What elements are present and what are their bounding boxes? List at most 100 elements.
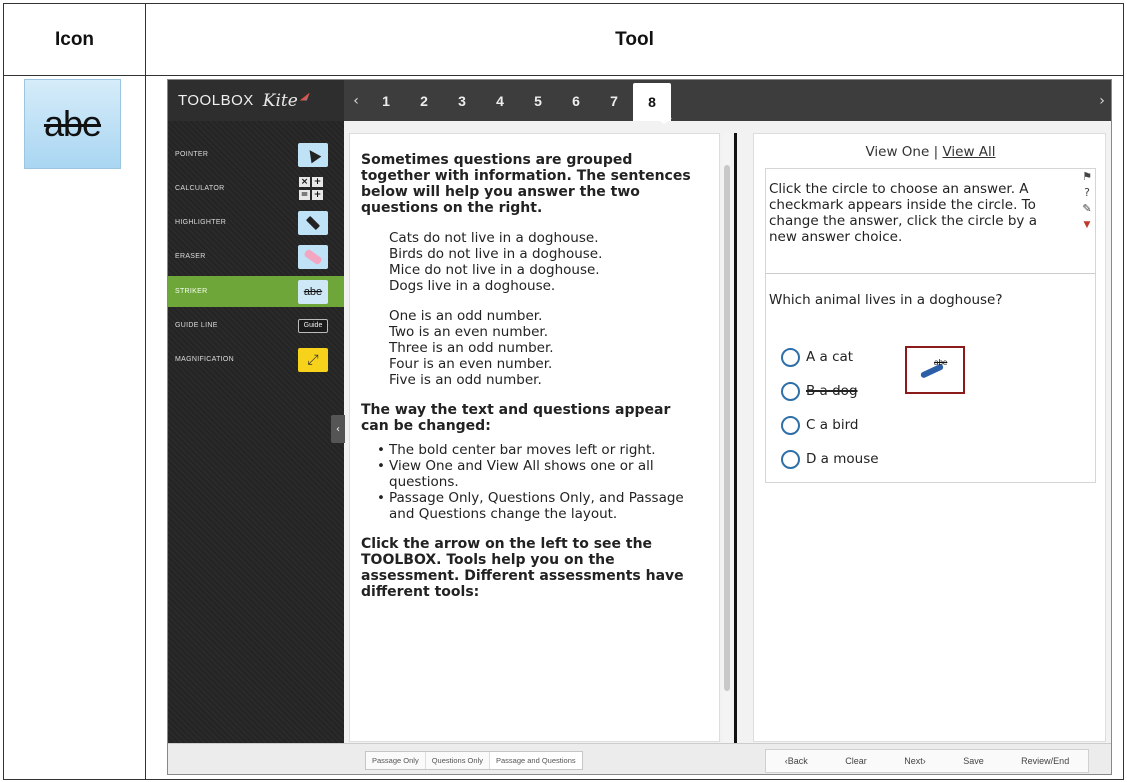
tool-guide-line[interactable]: GUIDE LINE Guide bbox=[168, 310, 344, 341]
guide-line-icon: Guide bbox=[298, 318, 328, 333]
calculator-icon: × + = + bbox=[298, 177, 324, 201]
layout-switcher: Passage Only Questions Only Passage and … bbox=[365, 751, 583, 770]
question-tab-8[interactable]: 8 bbox=[633, 83, 671, 121]
kite-logo: Kite bbox=[262, 90, 298, 111]
flag-icon[interactable]: ⚑ bbox=[1079, 169, 1095, 185]
save-button[interactable]: Save bbox=[963, 756, 984, 766]
calc-key: + bbox=[312, 190, 323, 200]
striker-cursor-icon: abe bbox=[918, 358, 952, 380]
magnification-icon: ⤢ bbox=[298, 347, 328, 372]
kite-logo-icon bbox=[299, 92, 310, 101]
question-tab-7[interactable]: 7 bbox=[595, 83, 633, 118]
kite-test-window: TOOLBOX Kite ‹ 1 2 3 4 5 6 7 8 › POINTER… bbox=[167, 79, 1112, 775]
layout-bullets: The bold center bar moves left or right.… bbox=[361, 442, 701, 522]
view-separator: | bbox=[933, 144, 939, 160]
passage-only-button[interactable]: Passage Only bbox=[366, 752, 426, 769]
passage-line: Cats do not live in a doghouse. bbox=[389, 230, 599, 246]
tool-magnification[interactable]: MAGNIFICATION ⤢ bbox=[168, 344, 344, 375]
passage-line: Two is an even number. bbox=[389, 324, 548, 340]
list-item: View One and View All shows one or all q… bbox=[377, 458, 701, 490]
questions-pane: View One | View All Click the circle to … bbox=[753, 133, 1106, 742]
question-side-icons: ⚑ ? ✎ ▼ bbox=[1079, 169, 1095, 233]
brand: TOOLBOX Kite bbox=[168, 80, 344, 121]
answer-choice-a[interactable]: A a cat bbox=[781, 340, 879, 374]
question-tab-6[interactable]: 6 bbox=[557, 83, 595, 118]
tool-pointer[interactable]: POINTER bbox=[168, 139, 344, 170]
pointer-icon bbox=[298, 142, 328, 167]
striker-cursor-callout: abe bbox=[905, 346, 965, 394]
back-button[interactable]: ‹Back bbox=[785, 756, 808, 766]
striker-button-text: abe bbox=[303, 285, 323, 298]
calc-key: + bbox=[312, 177, 323, 187]
question-tab-5[interactable]: 5 bbox=[519, 83, 557, 118]
tool-label: GUIDE LINE bbox=[175, 322, 218, 329]
questions-only-button[interactable]: Questions Only bbox=[426, 752, 490, 769]
passage-intro: Sometimes questions are grouped together… bbox=[361, 152, 691, 216]
radio-button[interactable] bbox=[781, 415, 800, 435]
toolbox-heading: Click the arrow on the left to see the T… bbox=[361, 536, 684, 600]
tool-calculator[interactable]: CALCULATOR × + = + bbox=[168, 173, 344, 204]
answer-choice-d[interactable]: D a mouse bbox=[781, 442, 879, 476]
question-tabs: 1 2 3 4 5 6 7 8 bbox=[367, 80, 671, 121]
tool-label: MAGNIFICATION bbox=[175, 356, 234, 363]
tool-striker[interactable]: STRIKER abe bbox=[168, 276, 344, 307]
striker-icon-text: abe bbox=[43, 103, 102, 144]
view-all-link[interactable]: View All bbox=[942, 144, 995, 160]
guide-button-text: Guide bbox=[303, 322, 323, 329]
active-tab-notch bbox=[656, 118, 672, 124]
passage-line: Birds do not live in a doghouse. bbox=[389, 246, 603, 262]
next-question-arrow[interactable]: › bbox=[1091, 80, 1111, 121]
question-tab-3[interactable]: 3 bbox=[443, 83, 481, 118]
question-card: Click the circle to choose an answer. A … bbox=[765, 168, 1096, 483]
question-tab-4[interactable]: 4 bbox=[481, 83, 519, 118]
eraser-icon bbox=[298, 244, 328, 269]
answer-text: D a mouse bbox=[806, 451, 879, 467]
passage-line: Mice do not live in a doghouse. bbox=[389, 262, 600, 278]
view-one-link[interactable]: View One bbox=[865, 144, 929, 160]
striker-cursor-label: abe bbox=[934, 358, 948, 367]
striker-icon: abe bbox=[24, 79, 121, 169]
caret-down-icon[interactable]: ▼ bbox=[1079, 217, 1095, 233]
answer-text: A a cat bbox=[806, 349, 854, 365]
question-tab-1[interactable]: 1 bbox=[367, 83, 405, 118]
view-toggle: View One | View All bbox=[754, 144, 1107, 160]
help-icon[interactable]: ? bbox=[1079, 185, 1095, 201]
answer-choices: A a cat B a dog C a bird D a mouse bbox=[781, 340, 879, 476]
passage-scrollbar-thumb[interactable] bbox=[724, 165, 730, 691]
passage-pane: Sometimes questions are grouped together… bbox=[349, 133, 720, 742]
review-end-button[interactable]: Review/End bbox=[1021, 756, 1069, 766]
layout-heading: The way the text and questions appear ca… bbox=[361, 402, 671, 434]
radio-button[interactable] bbox=[781, 347, 800, 367]
bottom-bar: Passage Only Questions Only Passage and … bbox=[168, 743, 1111, 774]
question-instructions: Click the circle to choose an answer. A … bbox=[769, 181, 1037, 245]
calc-key: × bbox=[299, 177, 310, 187]
header-icon-column: Icon bbox=[54, 28, 95, 50]
list-item: The bold center bar moves left or right. bbox=[377, 442, 701, 458]
tool-eraser[interactable]: ERASER bbox=[168, 241, 344, 272]
highlighter-icon bbox=[298, 210, 328, 235]
column-divider bbox=[145, 4, 146, 779]
header-divider bbox=[4, 75, 1123, 76]
passage-line: Four is an even number. bbox=[389, 356, 553, 372]
passage-line: Five is an odd number. bbox=[389, 372, 542, 388]
radio-button[interactable] bbox=[781, 449, 800, 469]
top-bar: TOOLBOX Kite ‹ 1 2 3 4 5 6 7 8 › bbox=[168, 80, 1111, 124]
notes-icon[interactable]: ✎ bbox=[1079, 201, 1095, 217]
answer-choice-c[interactable]: C a bird bbox=[781, 408, 879, 442]
striker-icon: abe bbox=[298, 279, 328, 304]
animals-block: Cats do not live in a doghouse. Birds do… bbox=[361, 230, 701, 294]
answer-text: C a bird bbox=[806, 417, 859, 433]
radio-button[interactable] bbox=[781, 381, 800, 401]
passage-and-questions-button[interactable]: Passage and Questions bbox=[489, 752, 582, 769]
tool-highlighter[interactable]: HIGHLIGHTER bbox=[168, 207, 344, 238]
question-tab-2[interactable]: 2 bbox=[405, 83, 443, 118]
prev-question-arrow[interactable]: ‹ bbox=[345, 80, 367, 121]
clear-button[interactable]: Clear bbox=[845, 756, 867, 766]
next-button[interactable]: Next› bbox=[904, 756, 926, 766]
center-divider-bar[interactable] bbox=[734, 133, 737, 743]
list-item: Passage Only, Questions Only, and Passag… bbox=[377, 490, 701, 522]
toolbox-collapse-arrow[interactable]: ‹ bbox=[331, 415, 345, 443]
numbers-block: One is an odd number. Two is an even num… bbox=[361, 308, 701, 388]
answer-choice-b[interactable]: B a dog bbox=[781, 374, 879, 408]
passage-line: Three is an odd number. bbox=[389, 340, 554, 356]
